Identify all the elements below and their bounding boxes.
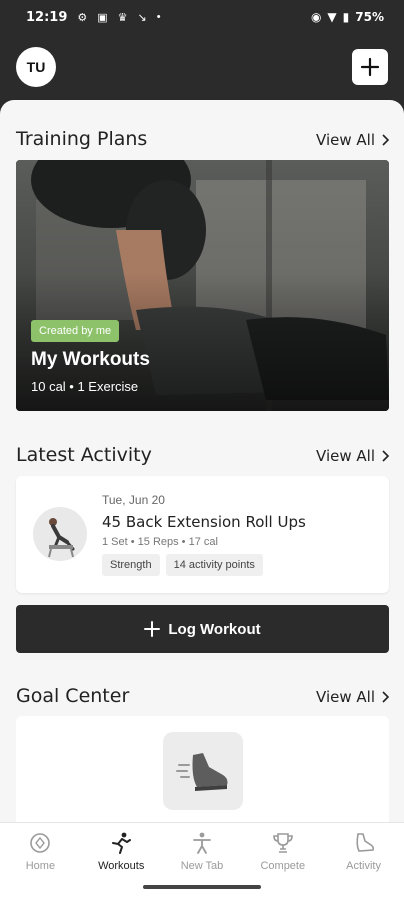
nav-activity[interactable]: Activity <box>323 823 404 900</box>
add-button[interactable] <box>352 49 388 85</box>
activity-detail: 1 Set • 15 Reps • 17 cal <box>102 536 218 548</box>
plus-icon <box>360 57 380 77</box>
battery-icon: ▮ <box>342 10 350 24</box>
view-all-label: View All <box>316 131 375 149</box>
training-plans-title: Training Plans <box>16 128 148 150</box>
nav-new-tab-label: New Tab <box>180 860 224 872</box>
crown-icon: ♛ <box>117 11 128 24</box>
workouts-icon <box>112 832 132 854</box>
trophy-icon <box>272 833 293 853</box>
status-time: 12:19 <box>26 9 68 25</box>
app-header: TU <box>0 34 404 100</box>
activity-tags: Strength 14 activity points <box>102 554 263 576</box>
training-plan-card[interactable]: Created by me My Workouts 10 cal • 1 Exe… <box>16 160 389 411</box>
battery-percent: 75% <box>355 10 384 24</box>
latest-activity-title: Latest Activity <box>16 444 152 466</box>
workout-photo <box>16 160 389 411</box>
exercise-figure-icon <box>48 518 75 558</box>
training-plans-view-all[interactable]: View All <box>316 131 390 149</box>
nav-home[interactable]: Home <box>0 823 81 900</box>
status-icons: ⚙ ▣ ♛ ↘ • <box>77 11 160 24</box>
wifi-icon: ▼ <box>327 10 337 24</box>
goal-card[interactable] <box>16 716 389 822</box>
activity-date: Tue, Jun 20 <box>102 493 165 507</box>
home-icon <box>30 833 51 853</box>
chevron-right-icon <box>382 691 390 703</box>
nav-activity-label: Activity <box>346 860 381 872</box>
tag-strength: Strength <box>102 554 160 576</box>
person-icon <box>193 832 211 854</box>
tag-activity-points: 14 activity points <box>165 554 263 576</box>
status-bar: 12:19 ⚙ ▣ ♛ ↘ • ◉ ▼ ▮ 75% <box>0 0 404 34</box>
activity-name: 45 Back Extension Roll Ups <box>102 513 306 531</box>
status-right: ◉ ▼ ▮ 75% <box>311 10 384 24</box>
plan-title: My Workouts <box>31 349 150 370</box>
eye-icon: ◉ <box>310 10 322 24</box>
goal-center-view-all[interactable]: View All <box>316 688 390 706</box>
arrow-icon: ↘ <box>137 11 147 24</box>
plan-subtitle: 10 cal • 1 Exercise <box>31 379 139 394</box>
home-indicator[interactable] <box>143 885 261 889</box>
shoe-icon <box>355 833 374 852</box>
nav-workouts-label: Workouts <box>98 860 145 872</box>
gear-icon: ⚙ <box>77 11 88 24</box>
created-by-me-badge: Created by me <box>31 320 120 342</box>
activity-card[interactable]: Tue, Jun 20 45 Back Extension Roll Ups 1… <box>16 476 389 593</box>
log-workout-label: Log Workout <box>168 620 261 638</box>
log-workout-button[interactable]: Log Workout <box>16 605 389 653</box>
nav-home-label: Home <box>25 860 56 872</box>
goal-center-title: Goal Center <box>16 685 130 707</box>
avatar[interactable]: TU <box>16 47 56 87</box>
running-shoe-icon <box>176 753 228 791</box>
document-icon: ▣ <box>97 11 108 24</box>
content-sheet: Training Plans View All Created by me My… <box>0 100 404 822</box>
nav-compete-label: Compete <box>260 860 306 872</box>
plus-icon <box>144 621 161 637</box>
view-all-label: View All <box>316 688 375 706</box>
goal-icon-tile <box>163 732 243 810</box>
exercise-thumbnail <box>33 507 87 561</box>
chevron-right-icon <box>382 450 390 462</box>
dot-icon: • <box>156 11 161 23</box>
view-all-label: View All <box>316 447 375 465</box>
chevron-right-icon <box>382 134 390 146</box>
latest-activity-view-all[interactable]: View All <box>316 447 390 465</box>
